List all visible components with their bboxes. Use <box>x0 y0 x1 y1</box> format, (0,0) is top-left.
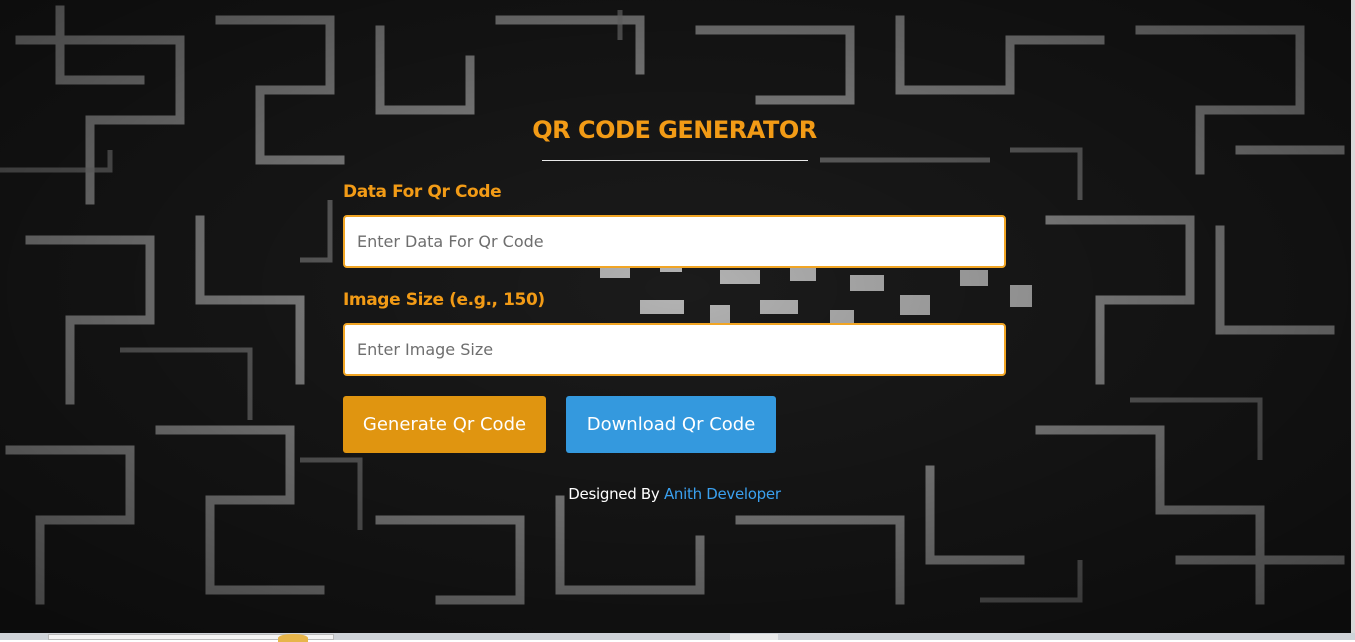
page-scrollbar[interactable] <box>1351 0 1355 640</box>
qr-form-panel: QR CODE GENERATOR Data For Qr Code Image… <box>343 110 1006 503</box>
bottom-taskbar-strip <box>0 633 1355 642</box>
qr-data-input[interactable] <box>343 215 1006 268</box>
page-title: QR CODE GENERATOR <box>532 116 817 144</box>
size-field-label: Image Size (e.g., 150) <box>343 290 545 310</box>
taskbar-item <box>730 634 778 640</box>
generate-qr-button[interactable]: Generate Qr Code <box>343 396 546 453</box>
image-size-input[interactable] <box>343 323 1006 376</box>
download-qr-button[interactable]: Download Qr Code <box>566 396 776 453</box>
data-field-label: Data For Qr Code <box>343 182 502 202</box>
footer-credit: Designed By Anith Developer <box>343 485 1006 503</box>
taskbar-icon <box>278 634 308 642</box>
qr-maze-background <box>0 0 1355 640</box>
credit-prefix: Designed By <box>568 485 660 503</box>
title-divider <box>541 160 808 161</box>
author-link[interactable]: Anith Developer <box>664 485 781 503</box>
